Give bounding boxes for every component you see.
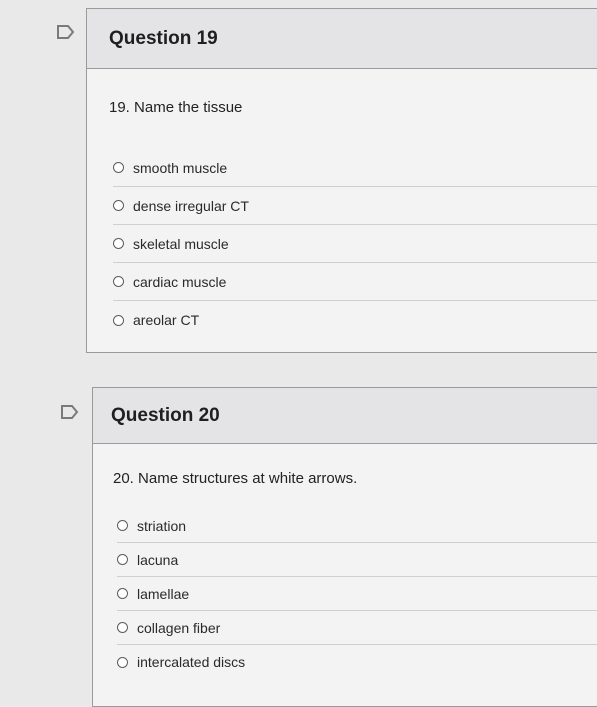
answer-option[interactable]: striation <box>117 509 597 543</box>
answer-label: cardiac muscle <box>133 273 227 290</box>
answer-label: skeletal muscle <box>133 235 229 252</box>
answer-label: lamellae <box>137 585 190 602</box>
question-prompt: 19. Name the tissue <box>109 99 243 116</box>
answer-label: intercalated discs <box>137 654 246 670</box>
answer-label: dense irregular CT <box>133 197 249 214</box>
answer-label: areolar CT <box>133 312 200 328</box>
question-header: Question 19 <box>87 9 597 69</box>
answer-list: striation lacuna lamellae collagen fiber… <box>117 509 597 679</box>
radio-button[interactable] <box>113 200 124 211</box>
radio-button[interactable] <box>117 554 128 565</box>
answer-label: striation <box>137 517 187 534</box>
question-title: Question 20 <box>111 404 220 426</box>
answer-option[interactable]: intercalated discs <box>117 645 597 679</box>
flag-icon[interactable] <box>56 24 76 40</box>
question-prompt: 20. Name structures at white arrows. <box>113 470 358 487</box>
answer-option[interactable]: areolar CT <box>113 301 597 339</box>
answer-label: smooth muscle <box>133 159 228 176</box>
answer-option[interactable]: collagen fiber <box>117 611 597 645</box>
radio-button[interactable] <box>117 588 128 599</box>
radio-button[interactable] <box>117 656 128 668</box>
answer-label: collagen fiber <box>137 619 221 636</box>
answer-option[interactable]: smooth muscle <box>113 149 597 187</box>
question-card-20: Question 20 20. Name structures at white… <box>92 387 597 707</box>
radio-button[interactable] <box>113 238 124 249</box>
radio-button[interactable] <box>117 520 128 531</box>
answer-option[interactable]: lamellae <box>117 577 597 611</box>
answer-option[interactable]: dense irregular CT <box>113 187 597 225</box>
radio-button[interactable] <box>113 162 124 173</box>
flag-icon[interactable] <box>60 404 80 420</box>
question-title: Question 19 <box>109 27 218 49</box>
answer-option[interactable]: cardiac muscle <box>113 263 597 301</box>
radio-button[interactable] <box>113 314 124 326</box>
radio-button[interactable] <box>117 622 128 633</box>
question-header: Question 20 <box>93 388 597 444</box>
radio-button[interactable] <box>113 276 124 287</box>
answer-option[interactable]: lacuna <box>117 543 597 577</box>
answer-option[interactable]: skeletal muscle <box>113 225 597 263</box>
question-card-19: Question 19 19. Name the tissue smooth m… <box>86 8 597 353</box>
answer-list: smooth muscle dense irregular CT skeleta… <box>113 149 597 339</box>
answer-label: lacuna <box>137 551 179 568</box>
